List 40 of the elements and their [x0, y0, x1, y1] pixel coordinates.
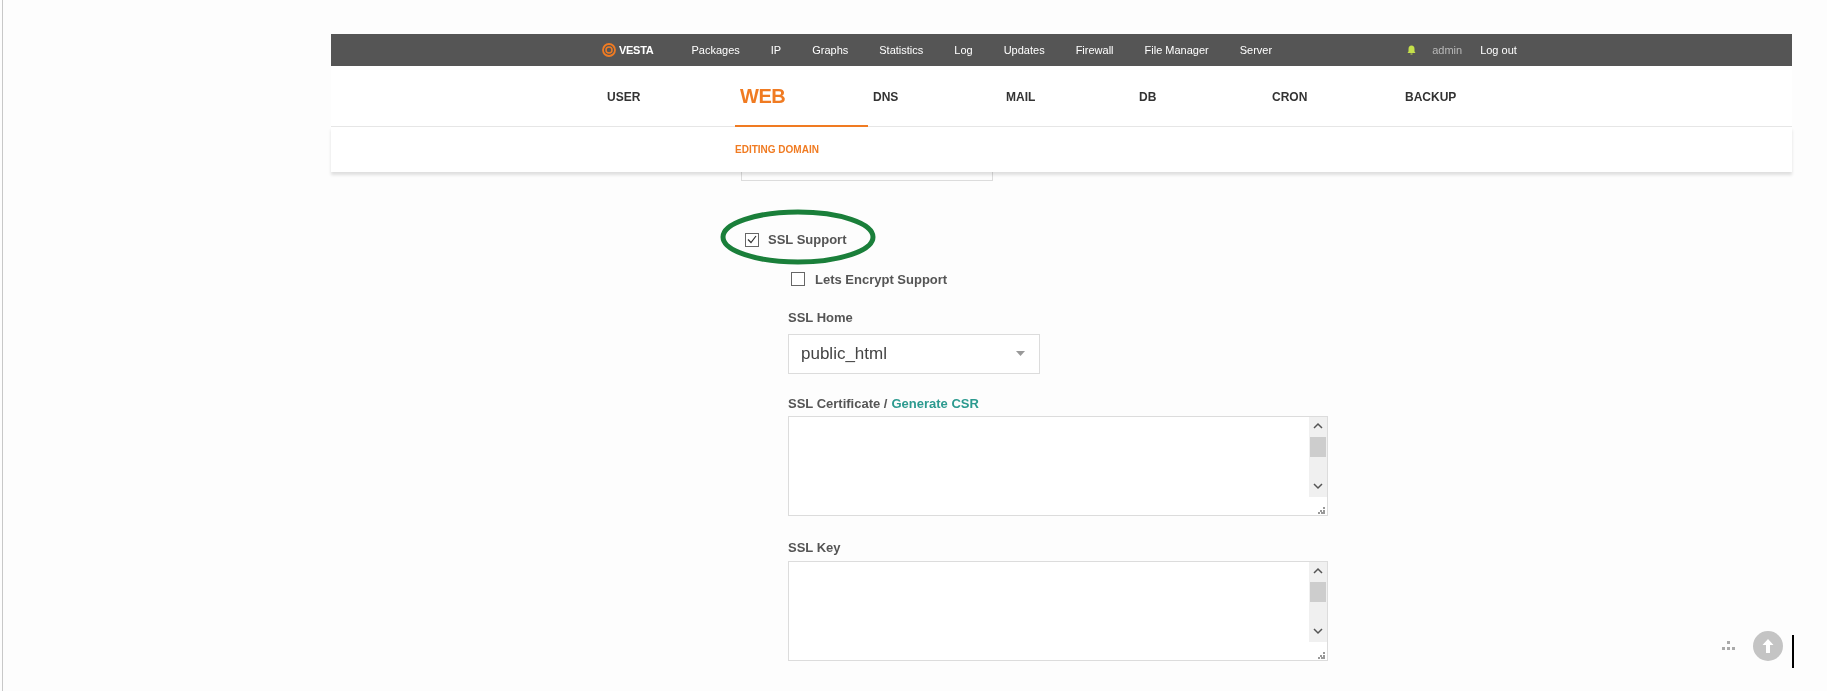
scroll-to-top-button[interactable] [1753, 631, 1783, 661]
nav-link[interactable]: Log [954, 41, 973, 59]
checkbox[interactable] [745, 232, 759, 247]
tab[interactable]: CRON [1267, 66, 1400, 127]
scrollbar[interactable] [1309, 561, 1327, 642]
tab[interactable]: DB [1134, 66, 1267, 127]
user-link[interactable]: admin [1432, 41, 1463, 59]
resize-handle-icon[interactable] [1318, 651, 1325, 659]
logo-text: VESTA [619, 42, 654, 58]
checkbox-label: SSL Support [768, 231, 847, 249]
field-label: SSL Key [788, 539, 842, 557]
nav-link[interactable]: IP [770, 41, 782, 59]
caret-icon [1016, 351, 1025, 356]
logo-icon [602, 43, 616, 57]
field-label: SSL Home [788, 309, 854, 327]
tab[interactable]: BACKUP [1400, 66, 1533, 127]
select-field[interactable]: public_html [788, 333, 1040, 374]
nav-link[interactable]: Graphs [812, 41, 849, 59]
nav-link[interactable]: Packages [691, 41, 740, 59]
bell-icon[interactable] [1407, 45, 1417, 55]
checkbox[interactable] [791, 272, 805, 287]
grid-dots-icon[interactable] [1721, 641, 1737, 651]
textarea-field[interactable] [788, 416, 1328, 516]
nav-link[interactable]: File Manager [1144, 41, 1209, 59]
resize-handle-icon[interactable] [1318, 507, 1325, 514]
tab[interactable]: MAIL [1001, 66, 1134, 127]
nav-link[interactable]: Firewall [1075, 41, 1114, 59]
input-field[interactable] [741, 170, 993, 181]
logout-link[interactable]: Log out [1480, 41, 1517, 59]
nav-link[interactable]: Statistics [879, 41, 924, 59]
textarea-field[interactable] [788, 560, 1328, 661]
field-label: SSL Certificate / [788, 394, 888, 413]
checkbox-label: Lets Encrypt Support [815, 270, 948, 289]
section-subtitle: EDITING DOMAIN [735, 143, 819, 157]
nav-link[interactable]: Updates [1003, 41, 1045, 59]
logo[interactable]: VESTA [602, 41, 654, 59]
nav-link[interactable]: Server [1239, 41, 1273, 59]
tab[interactable]: USER [602, 66, 735, 127]
tab[interactable]: DNS [868, 66, 1001, 127]
scrollbar[interactable] [1309, 417, 1327, 497]
